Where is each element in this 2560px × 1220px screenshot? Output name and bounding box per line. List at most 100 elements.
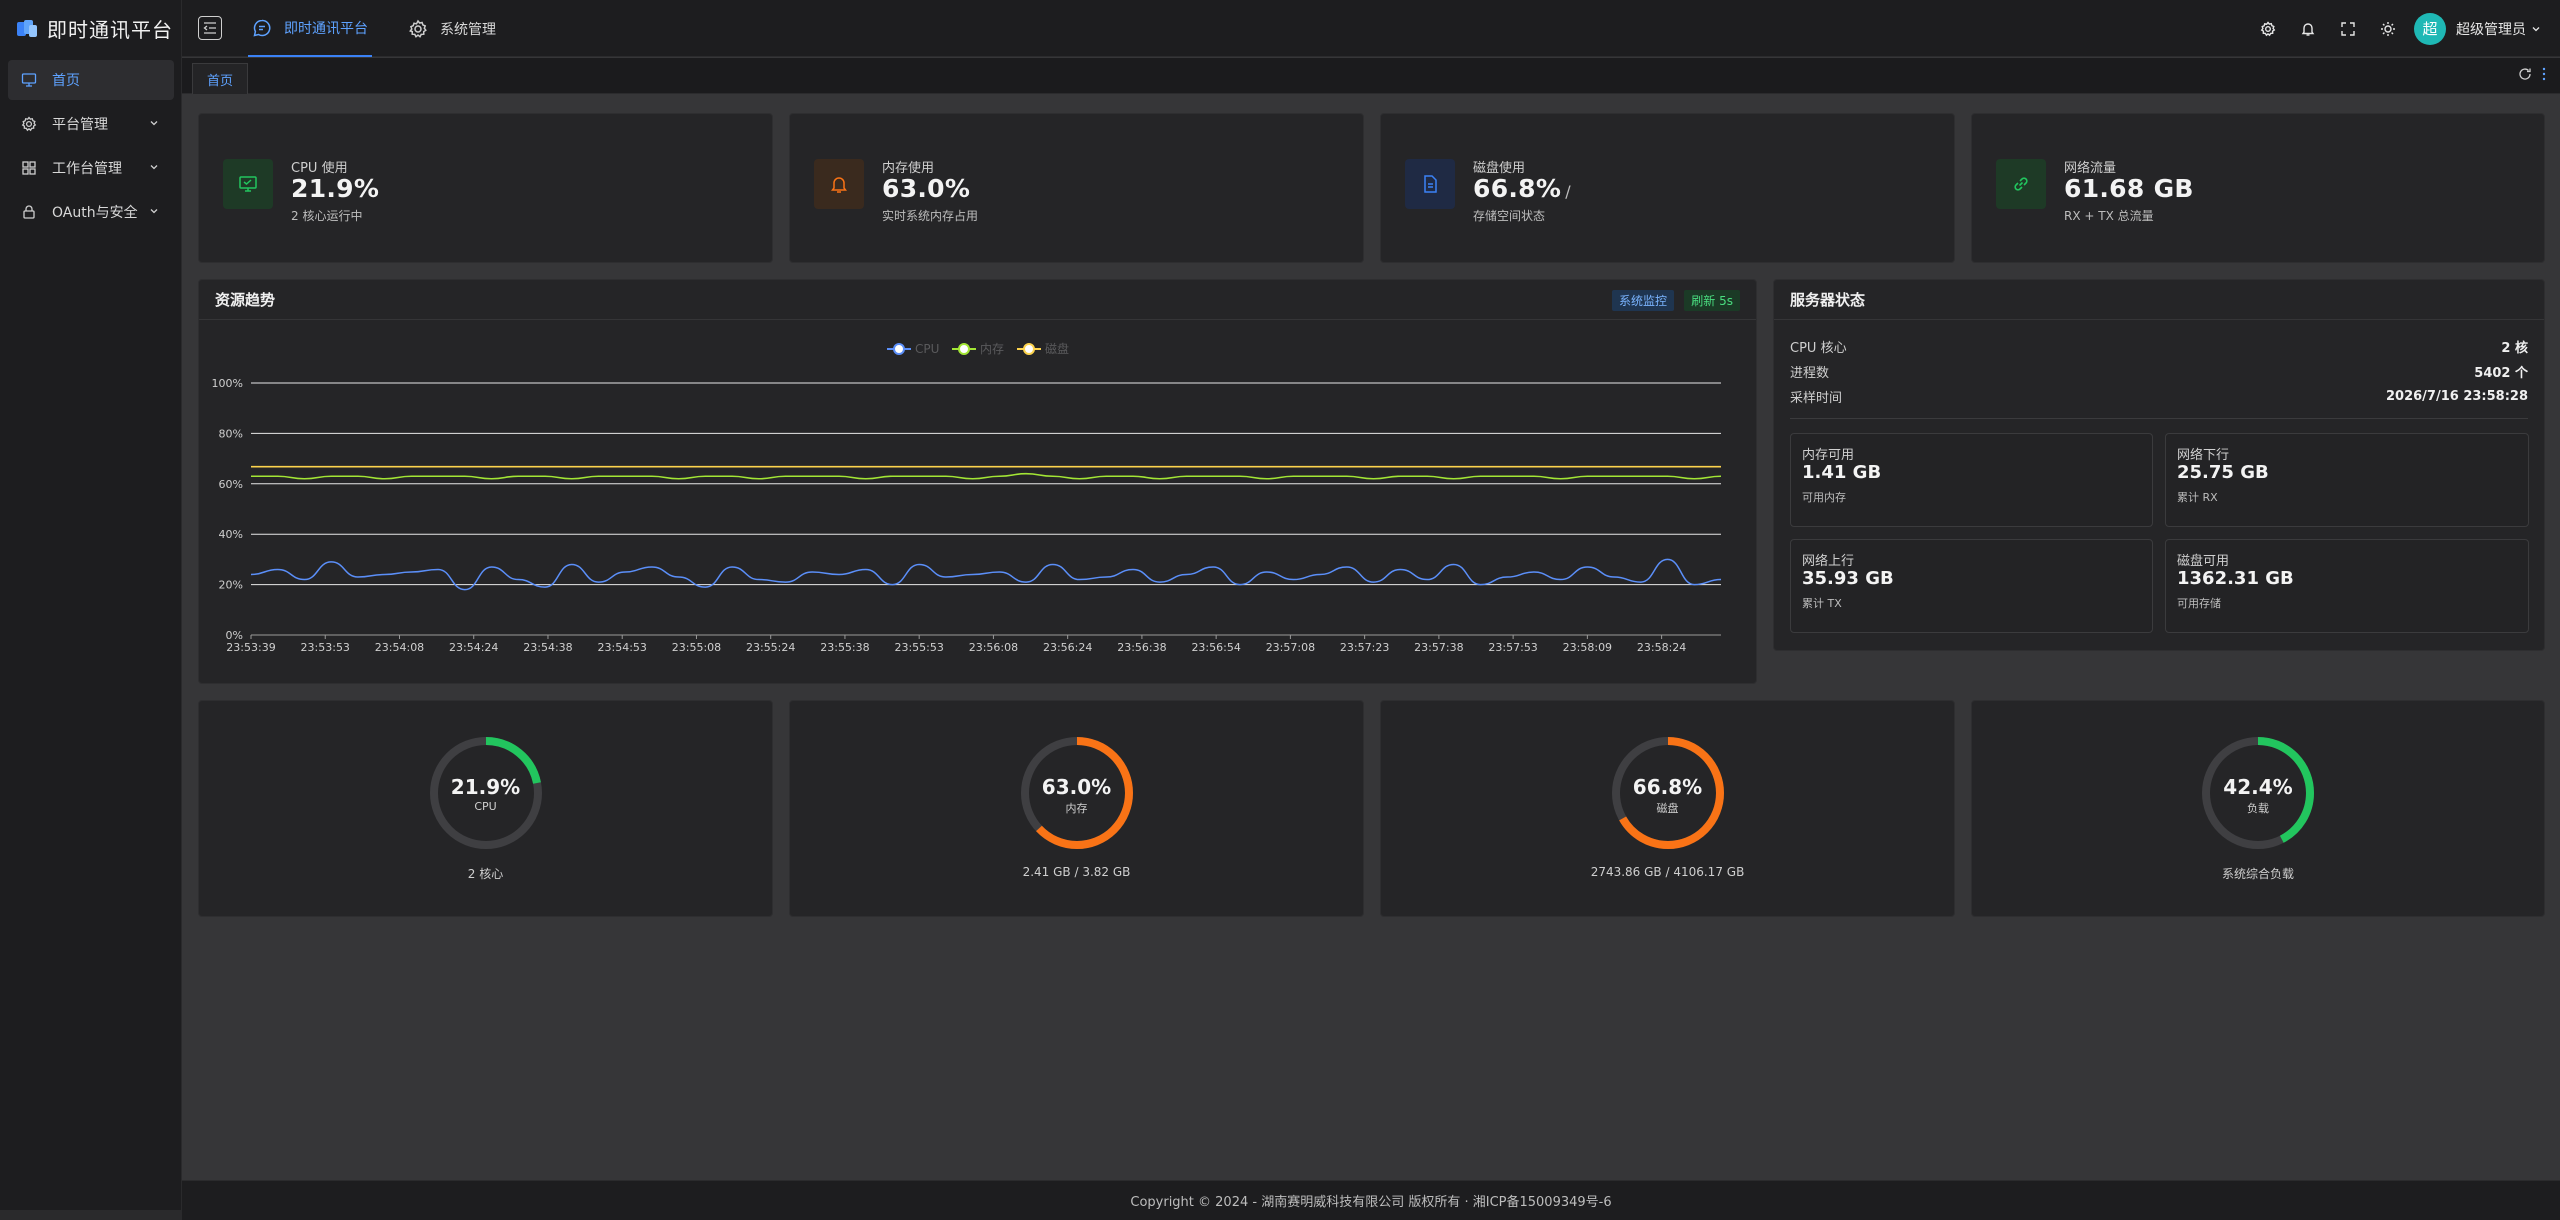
header-tab-im-platform[interactable]: 即时通讯平台 [248,0,372,57]
fullscreen-icon [2341,21,2355,36]
kv-row: 进程数 5402 个 [1790,365,2528,381]
chat-icon [253,19,271,37]
info-card-disk-available: 磁盘可用 1362.31 GB 可用存储 [2165,539,2529,633]
sidebar-item-platform[interactable]: 平台管理 [8,104,174,144]
divider [1790,418,2528,419]
gauge-label: CPU [474,800,497,813]
username: 超级管理员 [2456,21,2526,38]
gauge-desc: 系统综合负载 [2221,867,2294,881]
grid-icon [21,160,37,176]
gauge-label: 内存 [1065,802,1088,815]
x-tick-label: 23:57:08 [1266,641,1315,654]
gauge-value: 63.0% [1041,775,1112,799]
page-tab-home[interactable]: 首页 [192,63,248,94]
sidebar-item-label: 首页 [52,73,80,89]
sidebar: 即时通讯平台 首页 平台管理 工作台管理 OAuth与安全 [0,0,182,1220]
logo-icon [17,19,37,38]
series-line-0 [250,558,1722,591]
gauge-desc: 2743.86 GB / 4106.17 GB [1590,865,1745,879]
theme-toggle-button[interactable] [2368,9,2408,49]
sidebar-item-home[interactable]: 首页 [8,60,174,100]
sidebar-item-oauth[interactable]: OAuth与安全 [8,192,174,232]
menu-fold-icon [203,22,216,34]
panel-title: 服务器状态 [1774,280,2544,320]
stat-value: 66.8% / [1473,174,1571,203]
stat-value: 63.0% [882,174,971,203]
logo[interactable]: 即时通讯平台 [0,0,182,57]
x-tick-label: 23:55:08 [672,641,721,654]
x-tick-label: 23:56:08 [969,641,1018,654]
collapse-sidebar-button[interactable] [198,16,222,40]
x-tick-label: 23:54:24 [449,641,498,654]
info-card-net-down: 网络下行 25.75 GB 累计 RX [2165,433,2529,527]
more-vertical-icon[interactable] [2542,67,2546,81]
stat-card-cpu: CPU 使用 21.9% 2 核心运行中 [198,113,773,263]
bell-icon [2301,22,2315,36]
x-tick-label: 23:54:53 [598,641,647,654]
sun-icon [2381,21,2395,36]
stat-card-memory: 内存使用 63.0% 实时系统内存占用 [789,113,1364,263]
chevron-down-icon [150,209,158,214]
stat-card-disk: 磁盘使用 66.8% / 存储空间状态 [1380,113,1955,263]
gauge-card-load: 42.4% 负载 系统综合负载 [1971,700,2545,917]
resource-trend-panel: 资源趋势 系统监控 刷新 5s 0% 20% 40% 60% 80% 100% 23:53:… [198,279,1757,684]
sidebar-scrollbar[interactable] [0,1210,182,1220]
fullscreen-button[interactable] [2328,9,2368,49]
server-status-panel: 服务器状态 CPU 核心 2 核 进程数 5402 个 采样时间 2026/7/16 … [1773,279,2545,651]
header-tab-label: 系统管理 [440,21,496,38]
kv-row: 采样时间 2026/7/16 23:58:28 [1790,388,2528,406]
notification-button[interactable] [2288,9,2328,49]
legend-label-0: CPU [915,342,939,356]
sidebar-item-workbench[interactable]: 工作台管理 [8,148,174,188]
stat-value: 61.68 GB [2064,174,2194,203]
x-tick-label: 23:55:38 [820,641,869,654]
header-tab-system[interactable]: 系统管理 [404,0,500,57]
legend-marker-2 [1023,343,1035,355]
y-tick-label: 100% [212,377,243,390]
stat-desc: 存储空间状态 [1473,209,1546,223]
header-actions: 超 超级管理员 [2248,0,2560,57]
gear-icon [2260,20,2276,36]
monitor-icon [21,72,37,88]
series-line-1 [250,472,1722,480]
page-tabs-bar: 首页 [182,58,2560,94]
link-icon [1996,159,2046,209]
trend-line-chart: 0%20%40%60%80%100%23:53:39 23:53:53 23:54:… [212,341,1722,654]
gauge-desc: 2 核心 [467,867,504,881]
page-tab-label: 首页 [206,73,233,89]
avatar[interactable]: 超 [2414,12,2446,45]
x-tick-label: 23:53:53 [301,641,350,654]
footer: Copyright © 2024 - 湖南赛明威科技有限公司 版权所有 · 湘I… [182,1180,2560,1220]
x-tick-label: 23:57:53 [1488,641,1537,654]
gauge-card-memory: 63.0% 内存 2.41 GB / 3.82 GB [789,700,1364,917]
info-card-mem-available: 内存可用 1.41 GB 可用内存 [1790,433,2153,527]
y-tick-label: 40% [219,528,243,541]
refresh-icon[interactable] [2518,67,2532,81]
gauge-value: 21.9% [450,775,521,799]
bell-icon [814,159,864,209]
stat-desc: 2 核心运行中 [291,209,363,223]
x-tick-label: 23:53:39 [226,641,275,654]
x-tick-label: 23:58:09 [1563,641,1612,654]
stat-card-network: 网络流量 61.68 GB RX + TX 总流量 [1971,113,2545,263]
lock-icon [21,204,37,220]
file-icon [1405,159,1455,209]
settings-button[interactable] [2248,9,2288,49]
legend-marker-0 [893,343,905,355]
stat-desc: RX + TX 总流量 [2064,209,2154,223]
legend-label-1: 内存 [980,342,1004,356]
app-title: 即时通讯平台 [47,18,173,42]
x-tick-label: 23:55:24 [746,641,795,654]
gauge-value: 42.4% [2223,775,2293,799]
monitor-icon [223,159,273,209]
x-tick-label: 23:58:24 [1637,641,1686,654]
badge-system-monitor: 系统监控 [1611,290,1674,311]
x-tick-label: 23:56:24 [1043,641,1092,654]
x-tick-label: 23:57:23 [1340,641,1389,654]
legend-marker-1 [958,343,970,355]
x-tick-label: 23:54:08 [375,641,424,654]
sidebar-item-label: 工作台管理 [52,161,122,177]
info-card-net-up: 网络上行 35.93 GB 累计 TX [1790,539,2153,633]
user-menu[interactable]: 超级管理员 [2456,19,2542,39]
chevron-down-icon [150,121,158,126]
